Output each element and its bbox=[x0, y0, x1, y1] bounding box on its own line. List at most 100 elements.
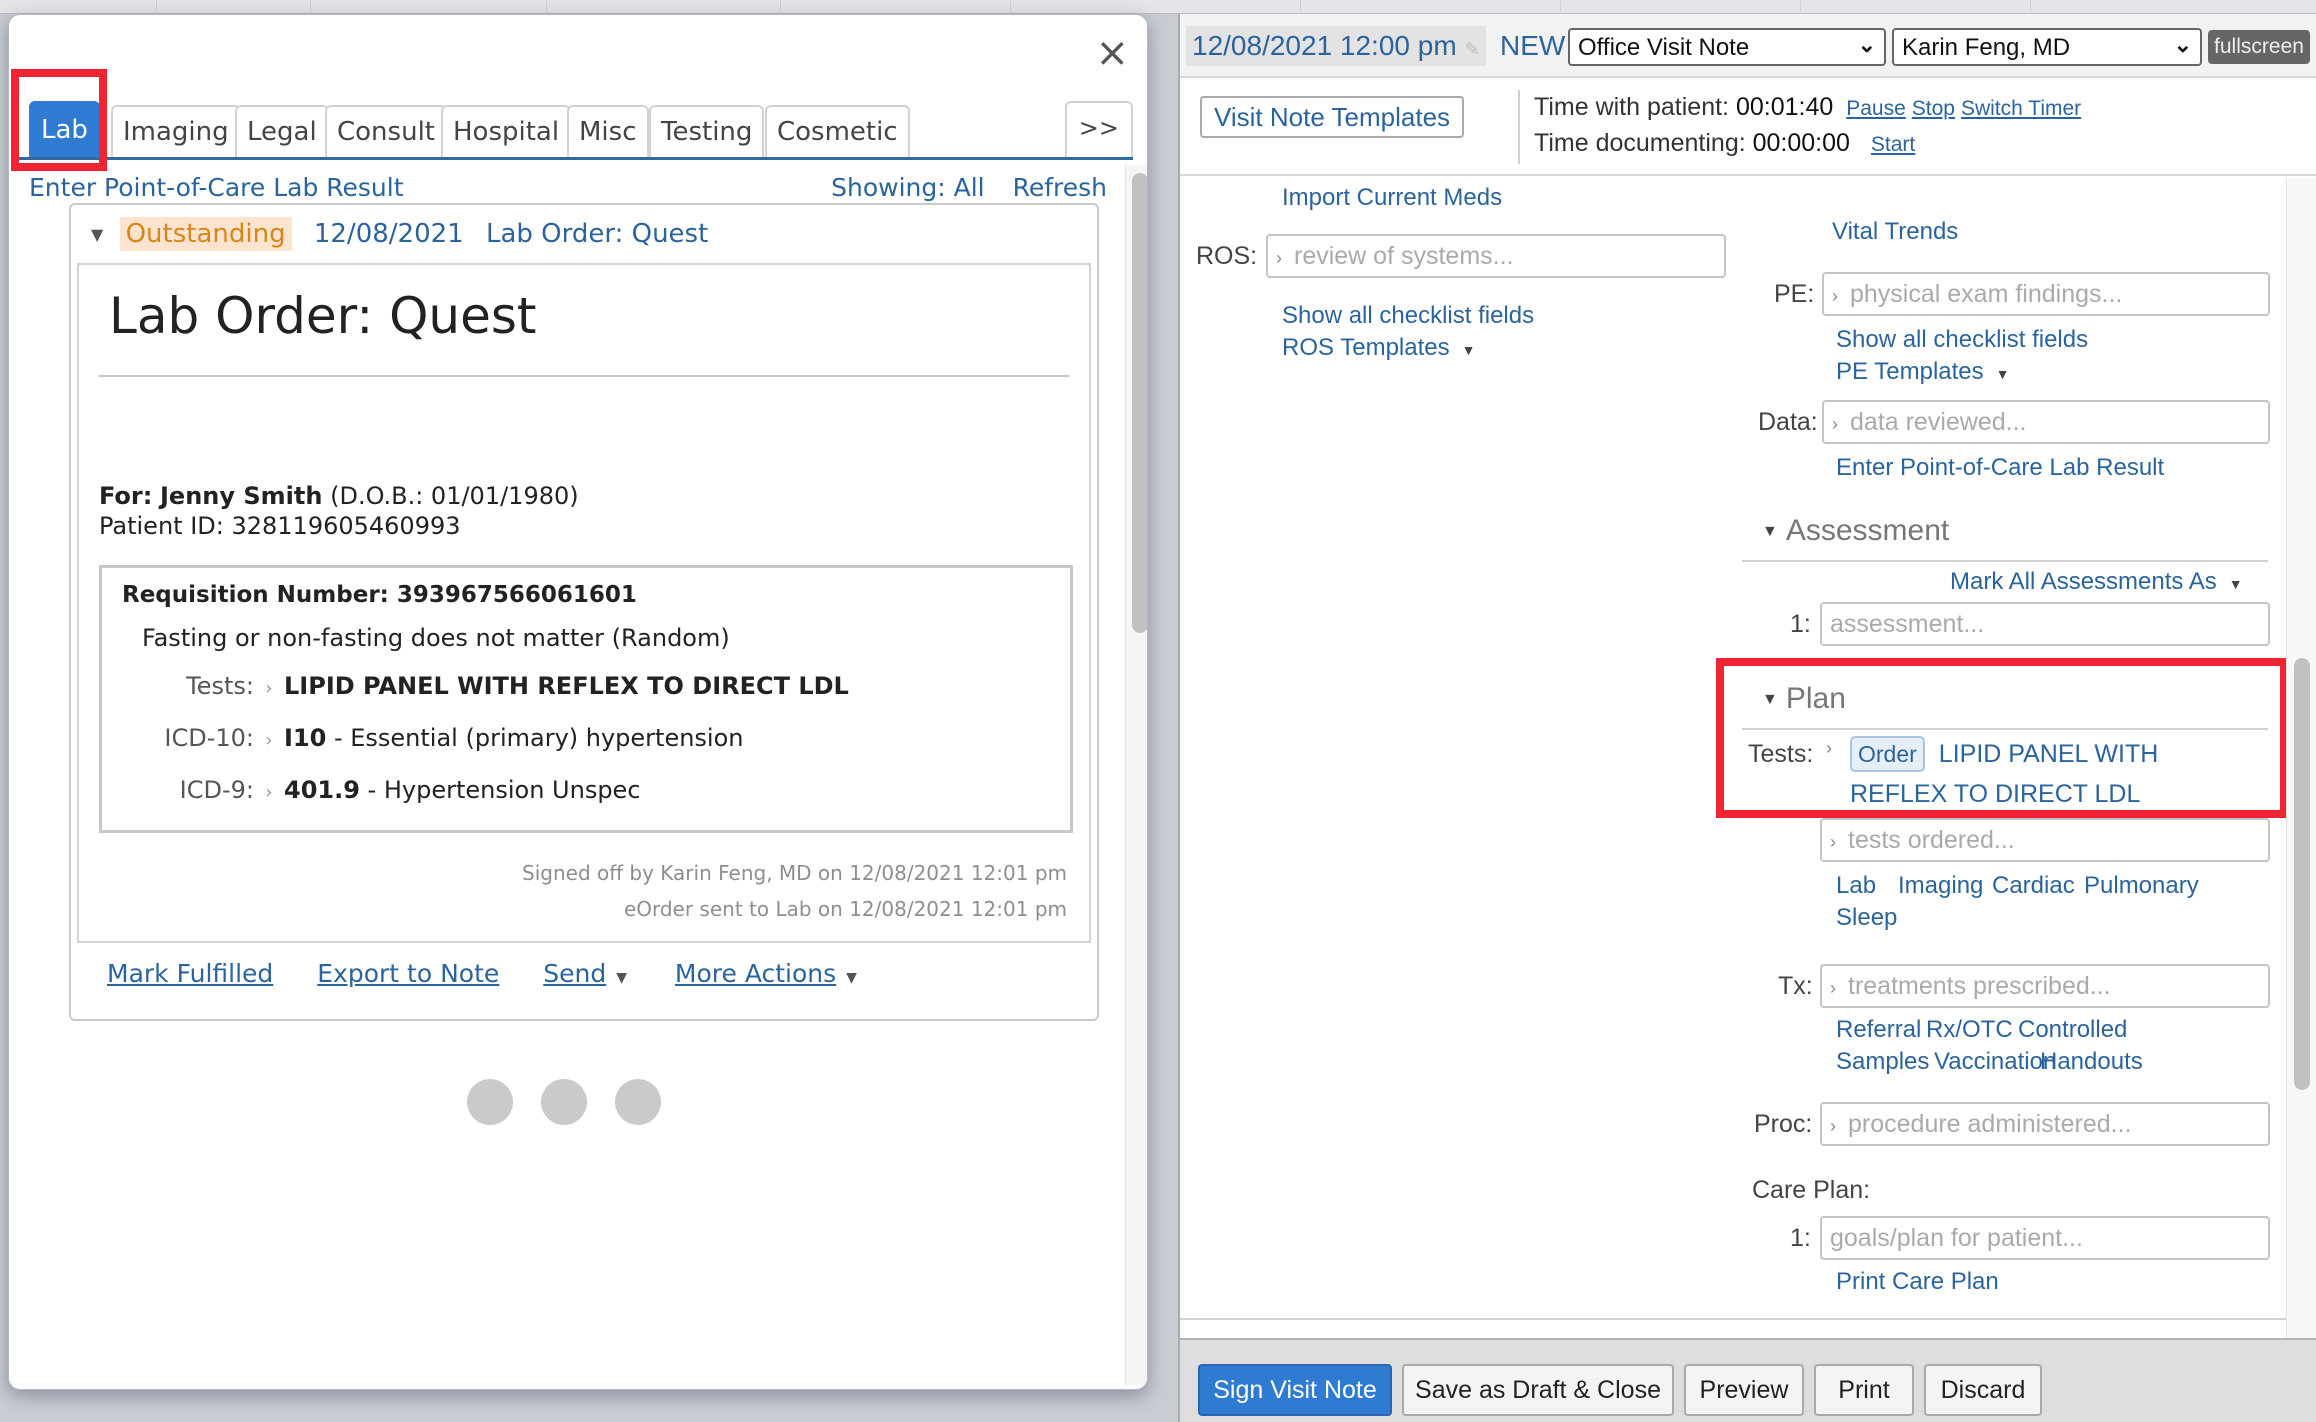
icd9-desc: - Hypertension Unspec bbox=[359, 776, 641, 804]
switch-timer-link[interactable]: Switch Timer bbox=[1961, 97, 2081, 120]
pe-show-all-checklist-link[interactable]: Show all checklist fields bbox=[1836, 326, 2088, 354]
icd10-row: ICD-10: › I10 - Essential (primary) hypert… bbox=[102, 724, 744, 752]
lab-order-document: Lab Order: Quest For: Jenny Smith (D.O.B… bbox=[77, 263, 1091, 943]
icd10-code: I10 bbox=[284, 724, 327, 752]
dialog-scrollbar[interactable] bbox=[1125, 165, 1147, 1385]
care-plan-input[interactable]: goals/plan for patient... bbox=[1820, 1216, 2270, 1260]
tab-hospital[interactable]: Hospital bbox=[441, 105, 572, 157]
print-care-plan-link[interactable]: Print Care Plan bbox=[1836, 1268, 1999, 1296]
pe-templates-dropdown[interactable]: PE Templates ▼ bbox=[1836, 358, 2010, 386]
tab-testing[interactable]: Testing bbox=[649, 105, 765, 157]
icd10-desc: - Essential (primary) hypertension bbox=[326, 724, 744, 752]
icd9-label: ICD-9: bbox=[179, 776, 254, 804]
patient-id: Patient ID: 328119605460993 bbox=[99, 512, 461, 540]
pause-timer-link[interactable]: Pause bbox=[1846, 97, 1906, 120]
pe-input[interactable]: › physical exam findings... bbox=[1822, 272, 2270, 316]
tx-label: Tx: bbox=[1778, 972, 1813, 1000]
ordered-test: Order LIPID PANEL WITH bbox=[1850, 734, 2158, 774]
tab-imaging[interactable]: Imaging bbox=[111, 105, 241, 157]
caret-down-icon: ▼ bbox=[2228, 576, 2243, 592]
background-toolbar bbox=[0, 0, 2316, 14]
tests-label: Tests: bbox=[186, 672, 254, 700]
pencil-icon: ✎ bbox=[1464, 39, 1480, 59]
send-dropdown[interactable]: Send bbox=[543, 959, 606, 988]
tests-ordered-input[interactable]: › tests ordered... bbox=[1820, 818, 2270, 862]
showing-filter-link[interactable]: Showing: All bbox=[831, 173, 984, 202]
order-title-link[interactable]: Lab Order: Quest bbox=[486, 219, 708, 249]
samples-link[interactable]: Samples bbox=[1836, 1048, 1929, 1076]
vaccination-link[interactable]: Vaccination bbox=[1934, 1048, 2056, 1076]
export-to-note-link[interactable]: Export to Note bbox=[317, 959, 499, 988]
print-button[interactable]: Print bbox=[1814, 1364, 1914, 1416]
note-toolbar: Visit Note Templates Time with patient: … bbox=[1180, 80, 2316, 176]
chevron-right-icon: › bbox=[1830, 832, 1836, 852]
import-current-meds-link[interactable]: Import Current Meds bbox=[1282, 184, 1502, 212]
icd10-label: ICD-10: bbox=[164, 724, 254, 752]
enter-poc-lab-result-link[interactable]: Enter Point-of-Care Lab Result bbox=[29, 173, 404, 202]
fullscreen-button[interactable]: fullscreen bbox=[2208, 30, 2310, 64]
preview-button[interactable]: Preview bbox=[1684, 1364, 1804, 1416]
data-input[interactable]: › data reviewed... bbox=[1822, 400, 2270, 444]
save-draft-close-button[interactable]: Save as Draft & Close bbox=[1402, 1364, 1674, 1416]
order-badge[interactable]: Order bbox=[1850, 736, 1925, 772]
plan-sleep-link[interactable]: Sleep bbox=[1836, 904, 1897, 932]
mark-fulfilled-link[interactable]: Mark Fulfilled bbox=[107, 959, 273, 988]
note-datetime[interactable]: 12/08/2021 12:00 pm ✎ bbox=[1186, 26, 1486, 66]
close-icon[interactable]: × bbox=[1095, 33, 1129, 73]
ordered-test-name-line1[interactable]: LIPID PANEL WITH bbox=[1939, 740, 2158, 768]
note-scrollbar[interactable] bbox=[2286, 178, 2316, 1338]
scrollbar-thumb[interactable] bbox=[1132, 173, 1147, 633]
tab-legal[interactable]: Legal bbox=[235, 105, 329, 157]
tabs-more-button[interactable]: >> bbox=[1064, 101, 1133, 157]
chevron-right-icon: › bbox=[1830, 1116, 1836, 1136]
scrollbar-thumb[interactable] bbox=[2294, 658, 2310, 1090]
provider-select[interactable]: Karin Feng, MD ⌄ bbox=[1892, 28, 2202, 66]
plan-lab-link[interactable]: Lab bbox=[1836, 872, 1876, 900]
time-with-patient-value: 00:01:40 bbox=[1735, 93, 1834, 121]
treatments-input[interactable]: › treatments prescribed... bbox=[1820, 964, 2270, 1008]
note-type-select[interactable]: Office Visit Note ⌄ bbox=[1568, 28, 1886, 66]
ros-templates-dropdown[interactable]: ROS Templates ▼ bbox=[1282, 334, 1475, 362]
procedure-input[interactable]: › procedure administered... bbox=[1820, 1102, 2270, 1146]
mark-all-assessments-dropdown[interactable]: Mark All Assessments As ▼ bbox=[1950, 568, 2243, 596]
ros-show-all-checklist-link[interactable]: Show all checklist fields bbox=[1282, 302, 1534, 330]
chevron-right-icon: › bbox=[1832, 286, 1838, 306]
visit-note-templates-button[interactable]: Visit Note Templates bbox=[1200, 96, 1465, 138]
handouts-link[interactable]: Handouts bbox=[2040, 1048, 2143, 1076]
plan-cardiac-link[interactable]: Cardiac bbox=[1992, 872, 2075, 900]
tab-misc[interactable]: Misc bbox=[567, 105, 649, 157]
status-badge: Outstanding bbox=[119, 217, 292, 251]
tab-consult[interactable]: Consult bbox=[325, 105, 447, 157]
sign-visit-note-button[interactable]: Sign Visit Note bbox=[1198, 1364, 1392, 1416]
caret-down-icon: ▼ bbox=[846, 970, 857, 986]
controlled-link[interactable]: Controlled bbox=[2018, 1016, 2127, 1044]
plan-section-header[interactable]: ▼ Plan bbox=[1762, 682, 1846, 716]
plan-tests-label: Tests: bbox=[1748, 740, 1814, 768]
ros-input[interactable]: › review of systems... bbox=[1266, 234, 1726, 278]
discard-button[interactable]: Discard bbox=[1924, 1364, 2042, 1416]
referral-link[interactable]: Referral bbox=[1836, 1016, 1921, 1044]
note-body: Import Current Meds ROS: › review of syst… bbox=[1180, 178, 2286, 1338]
more-actions-dropdown[interactable]: More Actions bbox=[675, 959, 836, 988]
patient-dob: (D.O.B.: 01/01/1980) bbox=[330, 482, 579, 510]
stop-timer-link[interactable]: Stop bbox=[1912, 97, 1955, 120]
data-enter-poc-lab-result-link[interactable]: Enter Point-of-Care Lab Result bbox=[1836, 454, 2164, 482]
plan-imaging-link[interactable]: Imaging bbox=[1898, 872, 1983, 900]
plan-pulmonary-link[interactable]: Pulmonary bbox=[2084, 872, 2199, 900]
tab-lab[interactable]: Lab bbox=[29, 101, 100, 157]
start-timer-link[interactable]: Start bbox=[1871, 133, 1915, 156]
chevron-right-icon: › bbox=[1830, 978, 1836, 998]
rx-otc-link[interactable]: Rx/OTC bbox=[1926, 1016, 2013, 1044]
collapse-triangle-icon[interactable]: ▼ bbox=[91, 225, 103, 244]
ordered-test-name-line2[interactable]: REFLEX TO DIRECT LDL bbox=[1850, 774, 2140, 814]
assessment-section-header[interactable]: ▼ Assessment bbox=[1762, 514, 1949, 548]
order-date-link[interactable]: 12/08/2021 bbox=[314, 219, 464, 249]
divider bbox=[1180, 1318, 2286, 1320]
chevron-right-icon: › bbox=[1832, 414, 1838, 434]
timers: Time with patient: 00:01:40 Pause Stop Swi… bbox=[1518, 90, 2081, 164]
refresh-link[interactable]: Refresh bbox=[1013, 173, 1107, 202]
collapse-triangle-icon: ▼ bbox=[1762, 523, 1778, 541]
tab-cosmetic[interactable]: Cosmetic bbox=[765, 105, 910, 157]
assessment-input[interactable]: assessment... bbox=[1820, 602, 2270, 646]
vital-trends-link[interactable]: Vital Trends bbox=[1832, 218, 1958, 246]
